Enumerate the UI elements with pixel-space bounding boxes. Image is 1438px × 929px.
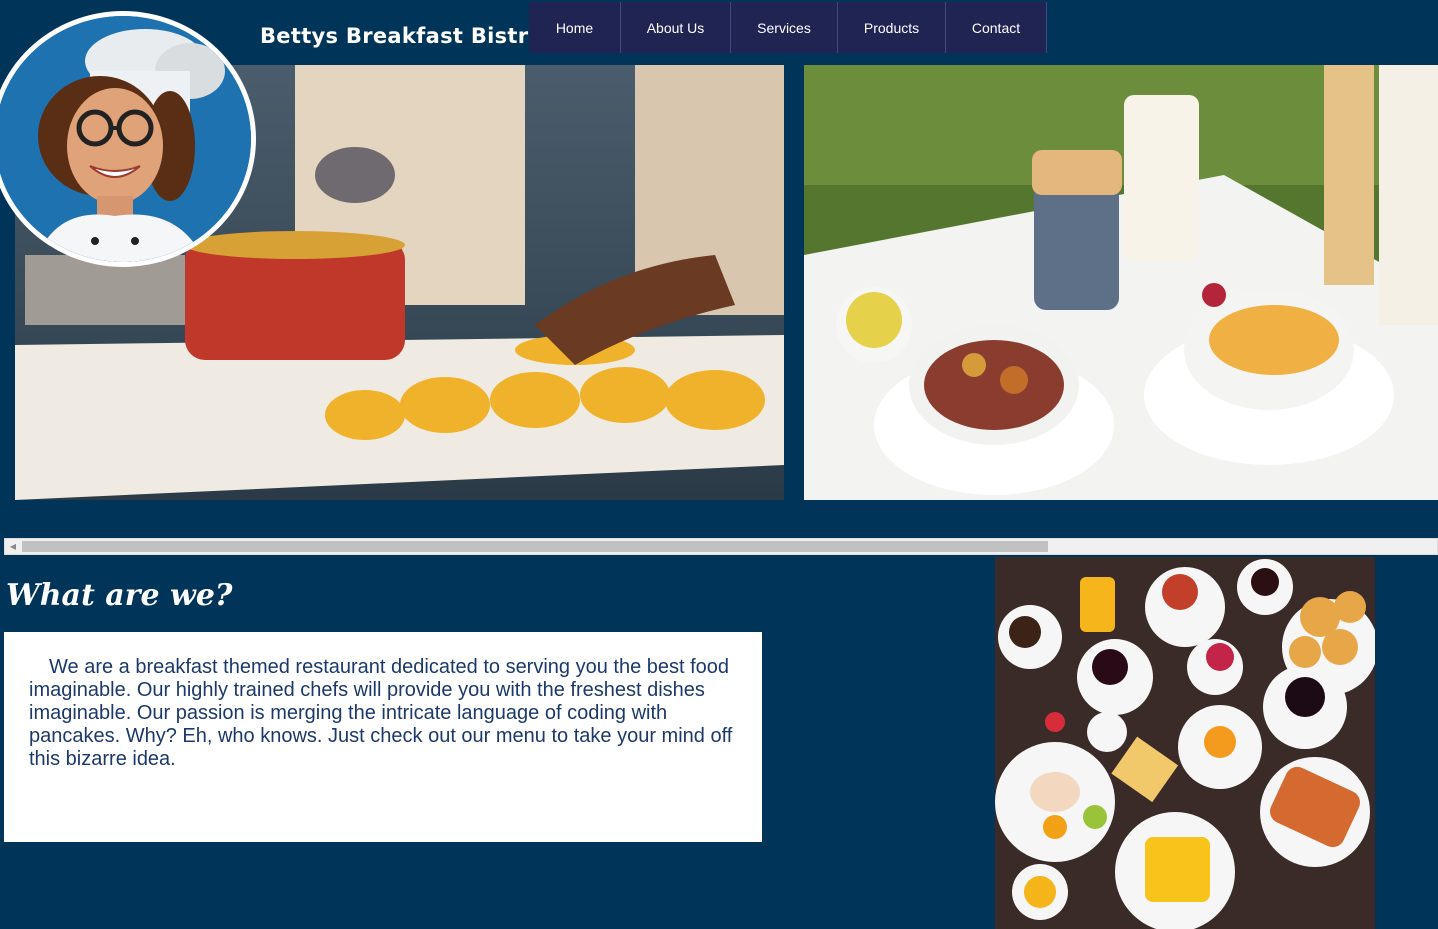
logo-chef-avatar (0, 11, 256, 267)
chef-illustration (0, 16, 251, 262)
nav-home[interactable]: Home (529, 2, 621, 53)
nav-products[interactable]: Products (838, 2, 946, 53)
brand-title: Bettys Breakfast Bistro (260, 24, 544, 48)
about-text-box: We are a breakfast themed restaurant ded… (4, 632, 762, 842)
scrollbar-thumb[interactable] (22, 541, 1048, 552)
nav-services[interactable]: Services (731, 2, 838, 53)
outdoor-breakfast-photo (804, 65, 1438, 500)
breakfast-spread-photo (995, 557, 1375, 929)
scroll-left-arrow-icon[interactable]: ◀ (5, 539, 21, 554)
nav-about-us[interactable]: About Us (621, 2, 731, 53)
nav-contact[interactable]: Contact (946, 2, 1047, 53)
about-heading: What are we? (6, 578, 233, 613)
main-nav: Home About Us Services Products Contact (529, 2, 1047, 53)
about-paragraph: We are a breakfast themed restaurant ded… (29, 656, 733, 770)
horizontal-scrollbar[interactable]: ◀ (4, 538, 1438, 555)
